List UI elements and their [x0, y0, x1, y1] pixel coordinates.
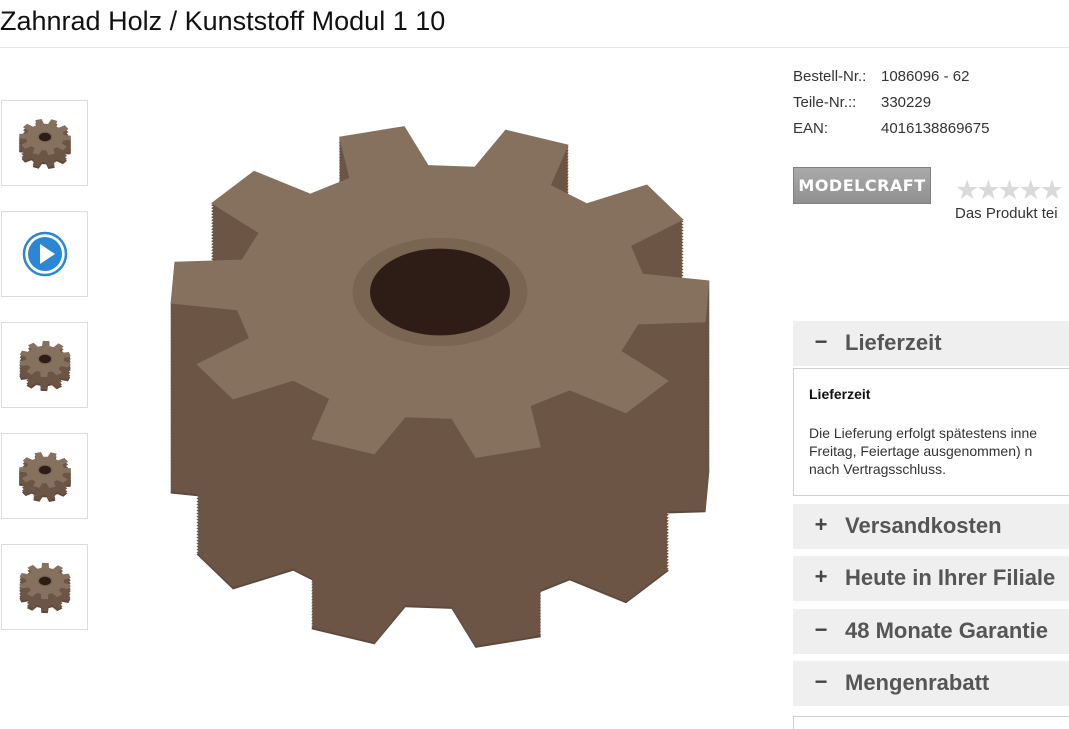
delivery-text-line: nach Vertragsschluss.	[809, 461, 946, 477]
accordion-versandkosten[interactable]: + Versandkosten	[793, 504, 1069, 549]
accordion-label: Lieferzeit	[845, 330, 942, 355]
page-title: Zahnrad Holz / Kunststoff Modul 1 10	[0, 6, 446, 36]
accordion-mengenrabatt[interactable]: − Mengenrabatt	[793, 661, 1069, 706]
part-number-row: Teile-Nr.:: 330229	[793, 94, 931, 111]
play-icon	[22, 231, 67, 277]
accordion-label: Versandkosten	[845, 513, 1002, 538]
accordion-label: Mengenrabatt	[845, 670, 990, 695]
thumbnail-1[interactable]	[1, 100, 88, 186]
collapse-icon: −	[814, 329, 828, 354]
gear-bore	[38, 465, 51, 475]
expand-icon: +	[814, 512, 828, 537]
order-number-label: Bestell-Nr.:	[793, 68, 867, 85]
part-number-value: 330229	[881, 94, 932, 111]
mengenrabatt-panel	[793, 716, 1069, 729]
thumbnail-3[interactable]	[1, 322, 88, 408]
ean-value: 4016138869675	[881, 120, 990, 137]
accordion-lieferzeit[interactable]: − Lieferzeit	[793, 321, 1069, 366]
delivery-panel-title: Lieferzeit	[809, 386, 871, 402]
brand-logo[interactable]: MODELCRAFT	[793, 167, 931, 204]
accordion-label: 48 Monate Garantie	[845, 618, 1048, 643]
expand-icon: +	[814, 564, 828, 589]
rating-stars[interactable]: ★★★★★	[955, 175, 1064, 206]
gear-bore	[38, 354, 51, 364]
accordion-garantie[interactable]: − 48 Monate Garantie	[793, 609, 1069, 654]
gear-photo-icon	[18, 452, 71, 502]
accordion-label: Heute in Ihrer Filiale	[845, 565, 1056, 590]
delivery-text-line: Freitag, Feiertage ausgenommen) n	[809, 443, 1033, 459]
accordion-filiale[interactable]: + Heute in Ihrer Filiale	[793, 556, 1069, 601]
thumbnail-4[interactable]	[1, 433, 88, 519]
gear-photo-icon	[18, 119, 71, 169]
thumbnail-video[interactable]	[1, 211, 88, 297]
order-number-row: Bestell-Nr.: 1086096 - 62	[793, 68, 969, 85]
gear-photo-icon	[18, 340, 71, 392]
delivery-text-line: Die Lieferung erfolgt spätestens inne	[809, 425, 1038, 441]
gear-bore	[38, 132, 51, 142]
collapse-icon: −	[814, 669, 828, 694]
gear-bore	[370, 248, 510, 336]
gear-photo-icon	[18, 562, 71, 614]
title-divider	[0, 47, 1069, 48]
collapse-icon: −	[814, 617, 828, 642]
product-image[interactable]	[160, 62, 730, 672]
order-number-value: 1086096 - 62	[881, 68, 970, 85]
delivery-panel-text: Die Lieferung erfolgt spätestens inne Fr…	[809, 424, 1069, 478]
delivery-panel: Lieferzeit Die Lieferung erfolgt spätest…	[793, 368, 1069, 496]
gear-bore	[38, 576, 51, 586]
part-number-label: Teile-Nr.::	[793, 94, 857, 111]
ean-label: EAN:	[793, 120, 829, 137]
rating-text: Das Produkt tei	[955, 205, 1058, 222]
thumbnail-5[interactable]	[1, 544, 88, 630]
ean-row: EAN: 4016138869675	[793, 120, 989, 137]
